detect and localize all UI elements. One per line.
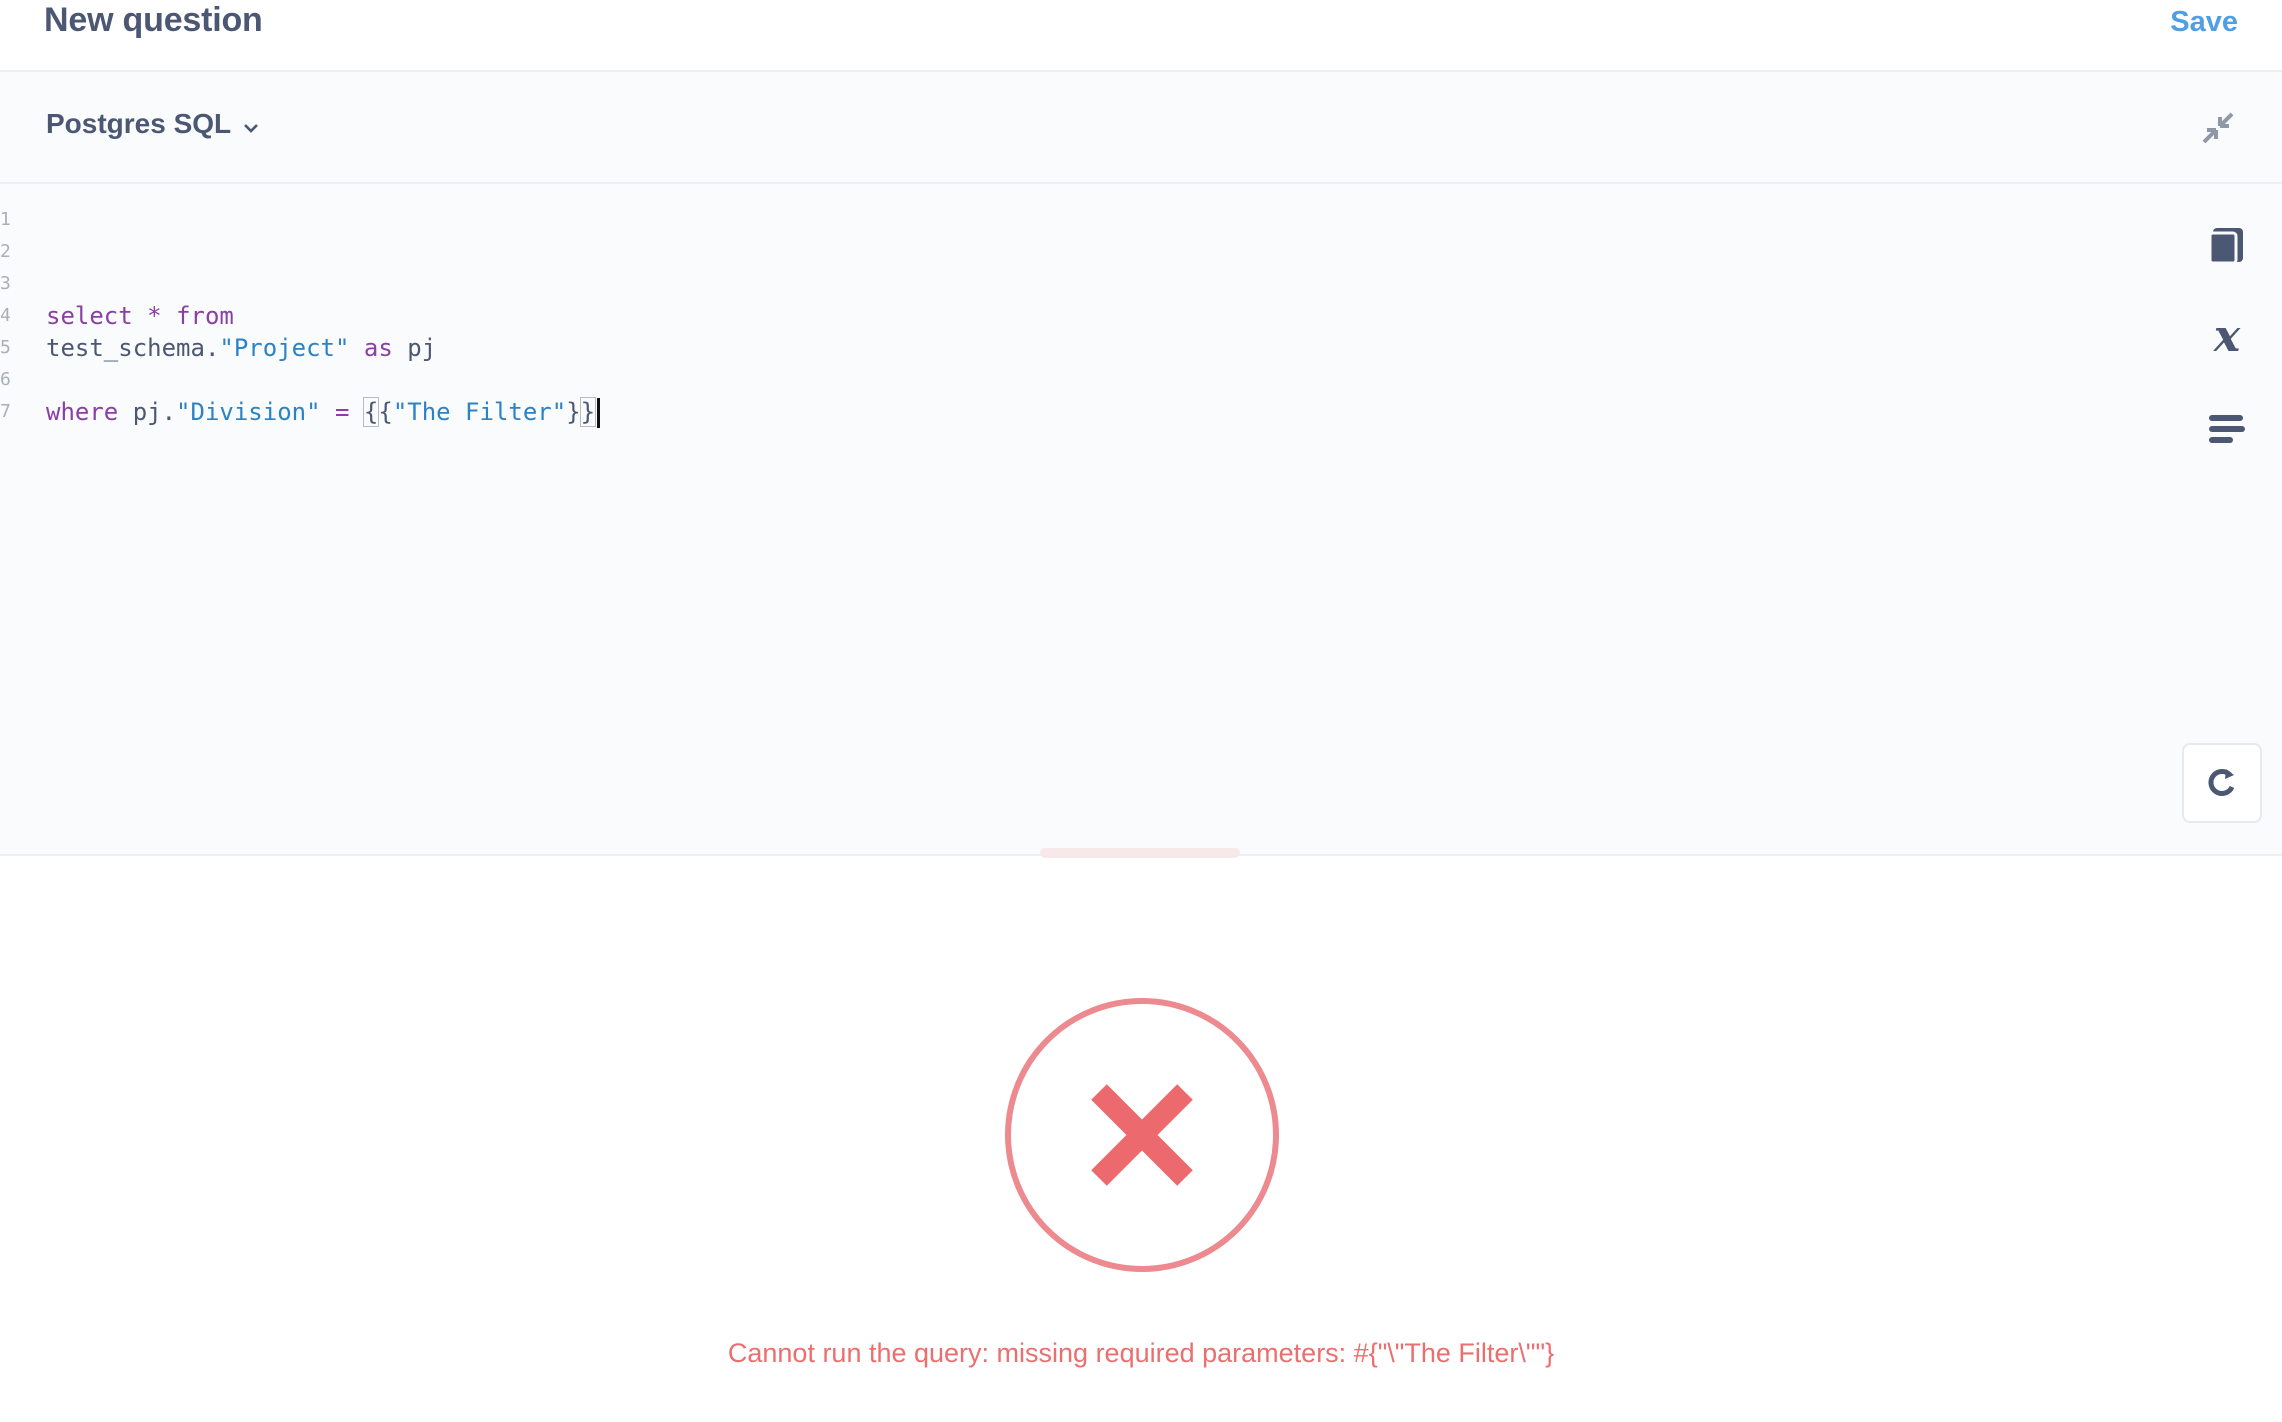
- code-area[interactable]: select * from test_schema."Project" as p…: [46, 204, 601, 428]
- close-brace: }: [566, 398, 581, 426]
- refresh-icon: [2208, 769, 2235, 796]
- table-alias: pj: [392, 334, 437, 362]
- operator-equals: =: [320, 398, 364, 426]
- line-number: 6: [0, 369, 11, 390]
- schema-name: test_schema.: [46, 334, 220, 362]
- line-number: 7: [0, 401, 11, 422]
- template-parameter: "The Filter": [392, 398, 567, 426]
- code-line-7: where pj."Division" = {{"The Filter"}}: [46, 396, 601, 428]
- database-select[interactable]: Postgres SQL: [46, 108, 259, 140]
- line-number: 4: [0, 305, 11, 326]
- keyword-where: where: [46, 398, 119, 426]
- top-bar: New question Save: [0, 0, 2282, 72]
- close-brace-matched: }: [579, 397, 597, 427]
- book-icon: [2208, 228, 2243, 265]
- column-name: "Division": [176, 398, 321, 426]
- lines-icon: [2209, 415, 2245, 443]
- snippets-button[interactable]: [2206, 408, 2248, 450]
- collapse-editor-button[interactable]: [2198, 108, 2238, 148]
- variable-x-icon: x: [2213, 311, 2241, 362]
- editor-sidebar-tools: x: [2202, 224, 2252, 450]
- line-number: 3: [0, 273, 11, 294]
- chevron-down-icon: [243, 108, 259, 140]
- error-panel: Cannot run the query: missing required p…: [0, 858, 2282, 1422]
- editor-resize-handle[interactable]: [1040, 848, 1240, 858]
- database-bar: Postgres SQL: [0, 72, 2282, 184]
- database-name: Postgres SQL: [46, 108, 232, 139]
- error-message: Cannot run the query: missing required p…: [727, 1338, 1555, 1368]
- line-number: 5: [0, 337, 11, 358]
- line-number: 2: [0, 241, 11, 262]
- collapse-arrows-icon: [2202, 112, 2234, 144]
- code-line-4: select * from: [46, 300, 600, 332]
- keyword-from: from: [176, 302, 234, 330]
- alias-ref: pj.: [118, 398, 177, 426]
- text-cursor: [597, 398, 601, 428]
- open-brace: {: [378, 398, 393, 426]
- line-number: 1: [0, 209, 11, 230]
- code-line-5: test_schema."Project" as pj: [46, 332, 600, 364]
- sql-editor[interactable]: 1 2 3 4 5 6 7 select * from test_schema.…: [0, 184, 2282, 856]
- page-title: New question: [44, 1, 263, 39]
- variables-button[interactable]: x: [2206, 311, 2248, 362]
- open-brace-matched: {: [362, 397, 380, 427]
- data-reference-button[interactable]: [2206, 224, 2248, 266]
- operator-star: *: [132, 302, 177, 330]
- error-x-circle-icon: [1005, 998, 1279, 1272]
- run-query-button[interactable]: [2182, 743, 2262, 823]
- save-button[interactable]: Save: [2170, 2, 2238, 42]
- table-name: "Project": [219, 334, 350, 362]
- keyword-select: select: [46, 302, 133, 330]
- line-number-gutter: 1 2 3 4 5 6 7: [0, 204, 20, 428]
- keyword-as: as: [349, 334, 393, 362]
